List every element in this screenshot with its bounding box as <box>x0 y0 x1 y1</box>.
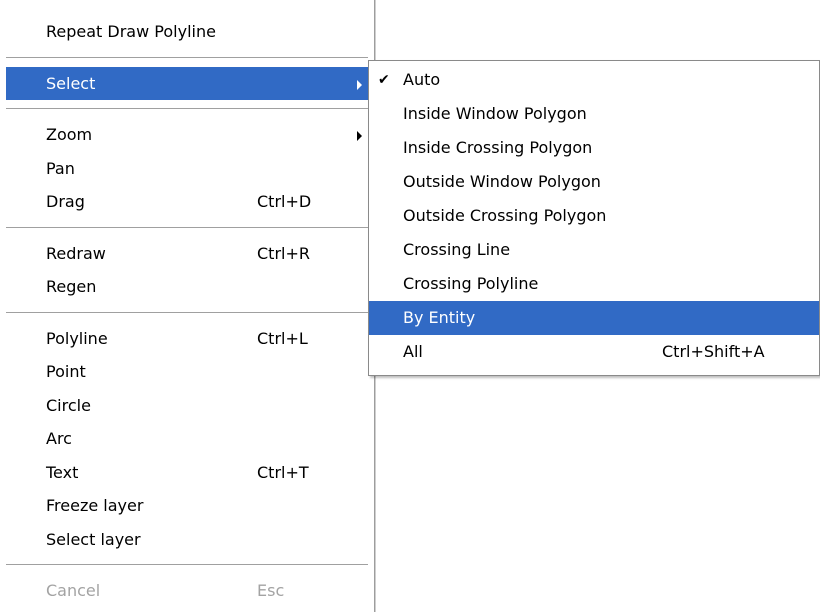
submenu-item-inside-window-polygon[interactable]: Inside Window Polygon <box>369 97 819 131</box>
menu-item-label: Zoom <box>46 125 93 144</box>
menu-item-label: Inside Window Polygon <box>403 104 587 123</box>
submenu-item-all[interactable]: All Ctrl+Shift+A <box>369 335 819 369</box>
submenu-item-inside-crossing-polygon[interactable]: Inside Crossing Polygon <box>369 131 819 165</box>
menu-item-label: Point <box>46 362 86 381</box>
submenu-item-outside-crossing-polygon[interactable]: Outside Crossing Polygon <box>369 199 819 233</box>
submenu-item-crossing-line[interactable]: Crossing Line <box>369 233 819 267</box>
submenu-arrow-icon <box>357 131 362 141</box>
menu-separator <box>6 311 368 314</box>
menu-item-label: Pan <box>46 158 75 178</box>
menu-item-label: Freeze layer <box>46 496 144 515</box>
menu-item-redraw[interactable]: Redraw Ctrl+R <box>6 237 368 271</box>
select-submenu: ✔ Auto Inside Window Polygon Inside Cros… <box>368 60 820 376</box>
submenu-item-by-entity[interactable]: By Entity <box>369 301 819 335</box>
menu-item-label: Text <box>46 462 79 482</box>
menu-item-label: Crossing Polyline <box>403 274 539 293</box>
menu-item-label: Outside Window Polygon <box>403 172 601 191</box>
menu-item-label: Auto <box>403 70 441 89</box>
menu-item-freeze-layer[interactable]: Freeze layer <box>6 489 368 523</box>
menu-item-label: Circle <box>46 395 91 415</box>
submenu-arrow-icon <box>357 79 362 90</box>
menu-item-label: Select <box>46 73 96 93</box>
menu-item-arc[interactable]: Arc <box>6 422 368 456</box>
menu-item-label: By Entity <box>403 308 476 327</box>
menu-item-select[interactable]: Select <box>6 66 368 100</box>
menu-item-cancel: Cancel Esc <box>6 574 368 608</box>
submenu-item-outside-window-polygon[interactable]: Outside Window Polygon <box>369 165 819 199</box>
menu-item-shortcut: Ctrl+Shift+A <box>662 342 765 361</box>
submenu-item-crossing-polyline[interactable]: Crossing Polyline <box>369 267 819 301</box>
menu-item-text[interactable]: Text Ctrl+T <box>6 456 368 490</box>
menu-item-shortcut: Ctrl+T <box>257 462 309 482</box>
menu-separator <box>6 226 368 229</box>
menu-item-drag[interactable]: Drag Ctrl+D <box>6 185 368 219</box>
menu-item-label: All <box>403 342 423 361</box>
menu-item-label: Polyline <box>46 328 108 348</box>
menu-item-select-layer[interactable]: Select layer <box>6 523 368 557</box>
checkmark-icon: ✔ <box>378 72 390 88</box>
menu-separator <box>6 108 368 110</box>
menu-item-shortcut: Ctrl+D <box>257 192 312 211</box>
menu-item-shortcut: Ctrl+R <box>257 243 310 263</box>
menu-separator <box>6 56 368 59</box>
menu-item-label: Arc <box>46 429 72 448</box>
menu-item-label: Cancel <box>46 581 101 600</box>
menu-item-label: Select layer <box>46 529 141 549</box>
menu-item-label: Outside Crossing Polygon <box>403 206 607 225</box>
menu-item-circle[interactable]: Circle <box>6 389 368 423</box>
menu-item-pan[interactable]: Pan <box>6 152 368 186</box>
menu-item-label: Crossing Line <box>403 240 511 259</box>
menu-item-label: Redraw <box>46 243 106 263</box>
menu-item-label: Repeat Draw Polyline <box>46 22 216 41</box>
menu-item-point[interactable]: Point <box>6 355 368 389</box>
submenu-item-auto[interactable]: ✔ Auto <box>369 63 819 97</box>
menu-item-regen[interactable]: Regen <box>6 270 368 304</box>
menu-separator <box>6 564 368 566</box>
menu-item-shortcut: Esc <box>257 581 285 600</box>
menu-item-label: Regen <box>46 277 97 296</box>
menu-item-shortcut: Ctrl+L <box>257 328 308 348</box>
menu-item-polyline[interactable]: Polyline Ctrl+L <box>6 322 368 356</box>
menu-item-label: Inside Crossing Polygon <box>403 138 593 157</box>
context-menu: Repeat Draw Polyline Select Zoom Pan Dra… <box>0 0 375 612</box>
menu-item-zoom[interactable]: Zoom <box>6 118 368 152</box>
menu-item-repeat-draw-polyline[interactable]: Repeat Draw Polyline <box>6 15 368 49</box>
menu-item-label: Drag <box>46 192 85 211</box>
